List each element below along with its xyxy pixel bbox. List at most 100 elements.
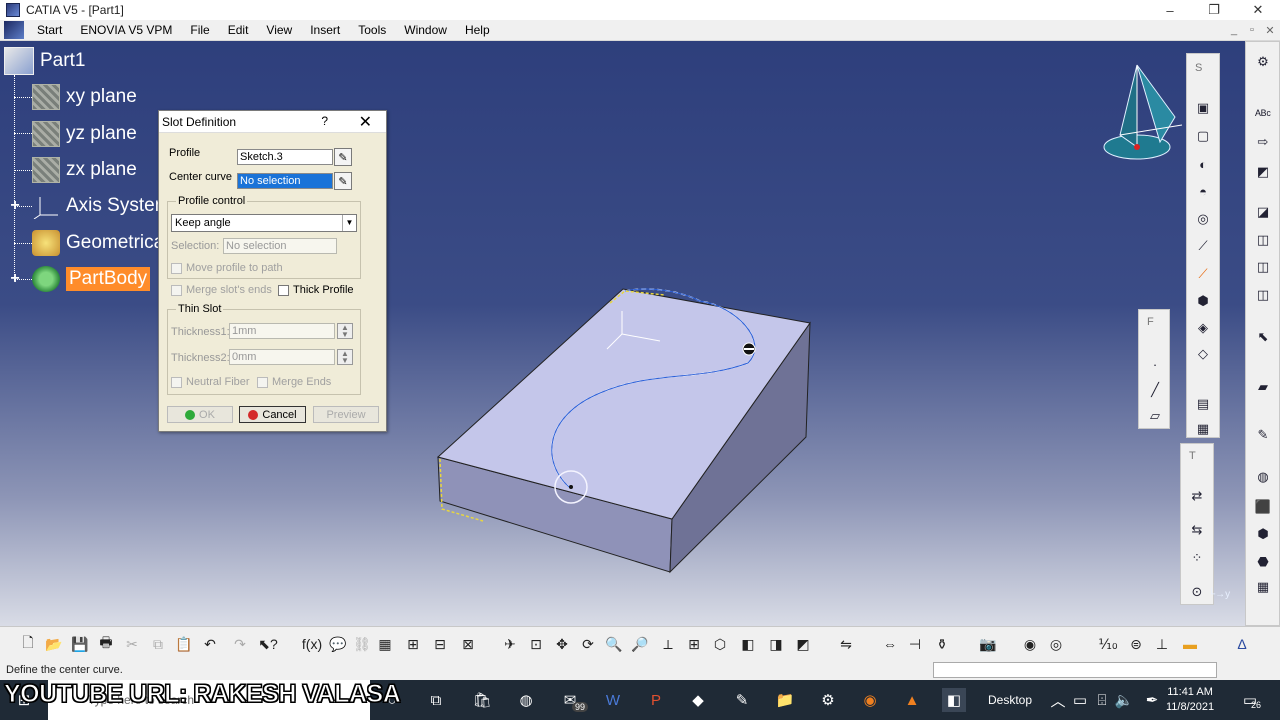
fillet-icon[interactable]: ◪ [1253,202,1273,222]
network-icon[interactable]: ⌹ [1090,688,1114,712]
restore-button[interactable]: ❐ [1192,0,1236,20]
gear-icon[interactable]: ⚙ [1253,52,1273,72]
iso-view-icon[interactable]: ⬡ [710,634,730,654]
menu-tools[interactable]: Tools [349,20,395,41]
pad-icon[interactable]: ▣ [1193,98,1213,118]
doc-close-button[interactable]: ✕ [1262,22,1278,38]
link-icon[interactable]: ⛓ [352,634,372,654]
menu-help[interactable]: Help [456,20,499,41]
thickness1-field[interactable]: 1mm [229,323,335,339]
plane-icon[interactable]: ▱ [1145,406,1165,426]
menu-start[interactable]: Start [28,20,71,41]
chevron-up-icon[interactable]: ︿ [1046,688,1070,712]
comment-icon[interactable]: 💬 [328,634,348,654]
help-button[interactable]: ? [321,114,328,128]
dialog-close-button[interactable]: ✕ [359,112,372,132]
catia-taskbar-icon[interactable]: ◧ [942,688,966,712]
pocket-icon[interactable]: ▢ [1193,126,1213,146]
removed-multi-section-icon[interactable]: ◇ [1193,344,1213,364]
redo-icon[interactable]: ↷ [230,634,250,654]
rotate-solid-icon[interactable]: ⬣ [1253,552,1273,572]
save-icon[interactable]: 💾 [70,634,90,654]
groove-icon[interactable]: ◓ [1193,181,1213,201]
multi-view-icon[interactable]: ⊞ [684,634,704,654]
volume-icon[interactable]: 🔈 [1112,688,1136,712]
menu-insert[interactable]: Insert [301,20,349,41]
open-icon[interactable]: 📂 [44,634,64,654]
swap-visible-icon[interactable]: ◩ [793,634,813,654]
word-icon[interactable]: W [601,688,625,712]
thickness-icon[interactable]: ◫ [1253,285,1273,305]
edge-icon[interactable]: ◍ [514,688,538,712]
rib-icon[interactable]: ⟋ [1193,236,1213,256]
task-view-icon[interactable]: ⧉ [424,688,448,712]
doc-restore-button[interactable]: ▫ [1244,22,1260,38]
menu-edit[interactable]: Edit [219,20,258,41]
paste-icon[interactable]: 📋 [174,634,194,654]
arrow-icon[interactable]: ⇨ [1253,132,1273,152]
explorer-icon[interactable]: 📁 [773,688,797,712]
analysis-icon[interactable]: ⊜ [1126,634,1146,654]
point-icon[interactable]: · [1145,354,1165,374]
edit-sketch-icon[interactable]: ✎ [334,148,352,166]
material-icon[interactable]: ◎ [1046,634,1066,654]
chamfer-icon[interactable]: ◫ [1253,230,1273,250]
pattern-icon[interactable]: ⁘ [1187,548,1207,568]
zoom-out-icon[interactable]: 🔎 [630,634,650,654]
stiffener-icon[interactable]: ⬢ [1193,291,1213,311]
text-annotation-icon[interactable]: ᴬᴮᶜ [1253,104,1273,124]
chevron-down-icon[interactable]: ▼ [342,215,356,231]
tree-node-geometrical-set[interactable]: Geometrical [32,230,168,256]
update-icon[interactable]: ⇋ [836,634,856,654]
measure-icon[interactable]: ◍ [1253,467,1273,487]
cut-icon[interactable]: ✂ [122,634,142,654]
minimize-button[interactable]: – [1148,0,1192,20]
selection-field[interactable]: No selection [223,238,337,254]
center-curve-field[interactable]: No selection [237,173,333,189]
print-icon[interactable]: 🖶 [96,634,116,654]
translate-icon[interactable]: ⇄ [1187,486,1207,506]
whats-this-icon[interactable]: ⬉? [258,634,278,654]
tree-node-yz-plane[interactable]: yz plane [32,121,137,147]
solid-box-icon[interactable]: ⬛ [1253,497,1273,517]
pan-icon[interactable]: ✥ [552,634,572,654]
copy-icon[interactable]: ⧉ [148,634,168,654]
meet-icon[interactable]: ▭ [1068,688,1092,712]
boolean-icon[interactable]: ▤ [1193,394,1213,414]
cancel-button[interactable]: Cancel [239,406,306,423]
menu-view[interactable]: View [257,20,301,41]
close-button[interactable]: ✕ [1236,0,1280,20]
desktop-label[interactable]: Desktop [988,693,1032,707]
tree-node-xy-plane[interactable]: xy plane [32,84,137,110]
taskbar-clock[interactable]: 11:41 AM 11/8/2021 [1166,685,1214,715]
zoom-in-icon[interactable]: 🔍 [604,634,624,654]
mirror-icon[interactable]: ⇆ [1187,520,1207,540]
thickness1-spinner[interactable]: ▲ ▼ [337,323,353,339]
merge-ends-checkbox[interactable]: Merge Ends [257,376,331,388]
shaft-icon[interactable]: ◐ [1193,154,1213,174]
menu-file[interactable]: File [181,20,218,41]
compass-reset-icon[interactable]: ◉ [1020,634,1040,654]
vlc-icon[interactable]: ▲ [900,688,924,712]
compass-icon[interactable] [1100,57,1190,167]
fit-all-icon[interactable]: ⊡ [526,634,546,654]
line-icon[interactable]: ╱ [1145,380,1165,400]
tree-node-axis-system[interactable]: Axis System [32,193,171,220]
normal-view-icon[interactable]: ⟂ [658,634,678,654]
tree-node-partbody[interactable]: PartBody [32,266,151,292]
neutral-fiber-checkbox[interactable]: Neutral Fiber [171,376,250,388]
pen-icon[interactable]: ✒ [1140,688,1164,712]
tree-node-part1[interactable]: Part1 [4,47,85,75]
undo-icon[interactable]: ↶ [200,634,220,654]
dimension-icon[interactable]: ⇔ [880,634,900,654]
dialog-title-bar[interactable]: Slot Definition ? ✕ [159,111,386,133]
measure-icon[interactable]: ⚱ [932,634,952,654]
thickness2-field[interactable]: 0mm [229,349,335,365]
draft-icon[interactable]: ◩ [1253,162,1273,182]
edit-sketch-icon[interactable]: ✎ [334,172,352,190]
ok-button[interactable]: OK [167,406,233,423]
specification-tree[interactable]: Part1 xy plane yz plane zx plane + Axis … [0,41,171,311]
thickness2-spinner[interactable]: ▲ ▼ [337,349,353,365]
fly-mode-icon[interactable]: ✈ [500,634,520,654]
merge-slot-ends-checkbox[interactable]: Merge slot's ends [171,284,272,296]
